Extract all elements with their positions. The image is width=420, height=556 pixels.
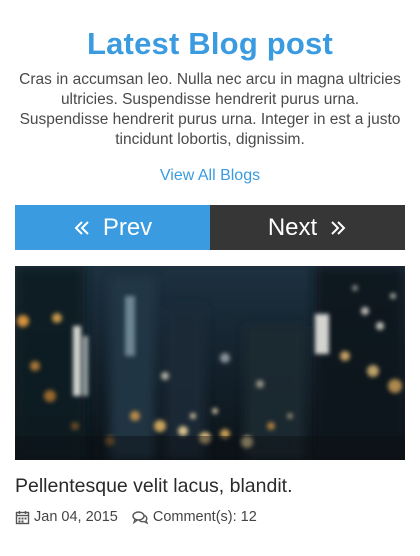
prev-label: Prev (102, 213, 153, 241)
view-all-blogs-link[interactable]: View All Blogs (160, 167, 260, 184)
next-label: Next (267, 213, 318, 241)
prev-button[interactable]: Prev (15, 205, 210, 250)
post-date: Jan 04, 2015 (15, 509, 118, 525)
next-button[interactable]: Next (210, 205, 405, 250)
post-image[interactable] (15, 266, 405, 460)
section-intro: Cras in accumsan leo. Nulla nec arcu in … (19, 71, 401, 148)
post-title[interactable]: Pellentesque velit lacus, blandit. (15, 473, 405, 499)
blog-pager: Prev Next (15, 205, 405, 250)
post-comments[interactable]: Comment(s): 12 (132, 509, 257, 525)
view-all-container: View All Blogs (0, 166, 420, 186)
post-comments-text: Comment(s): 12 (152, 509, 257, 525)
post-meta: Jan 04, 2015 Comment(s): 12 (15, 507, 257, 527)
calendar-icon (15, 510, 30, 524)
city-night-photo (15, 266, 405, 460)
post-date-text: Jan 04, 2015 (34, 509, 118, 525)
double-chevron-left-icon (74, 220, 89, 235)
comments-icon (132, 510, 149, 524)
section-title: Latest Blog post (86, 26, 334, 61)
double-chevron-right-icon (331, 220, 346, 235)
